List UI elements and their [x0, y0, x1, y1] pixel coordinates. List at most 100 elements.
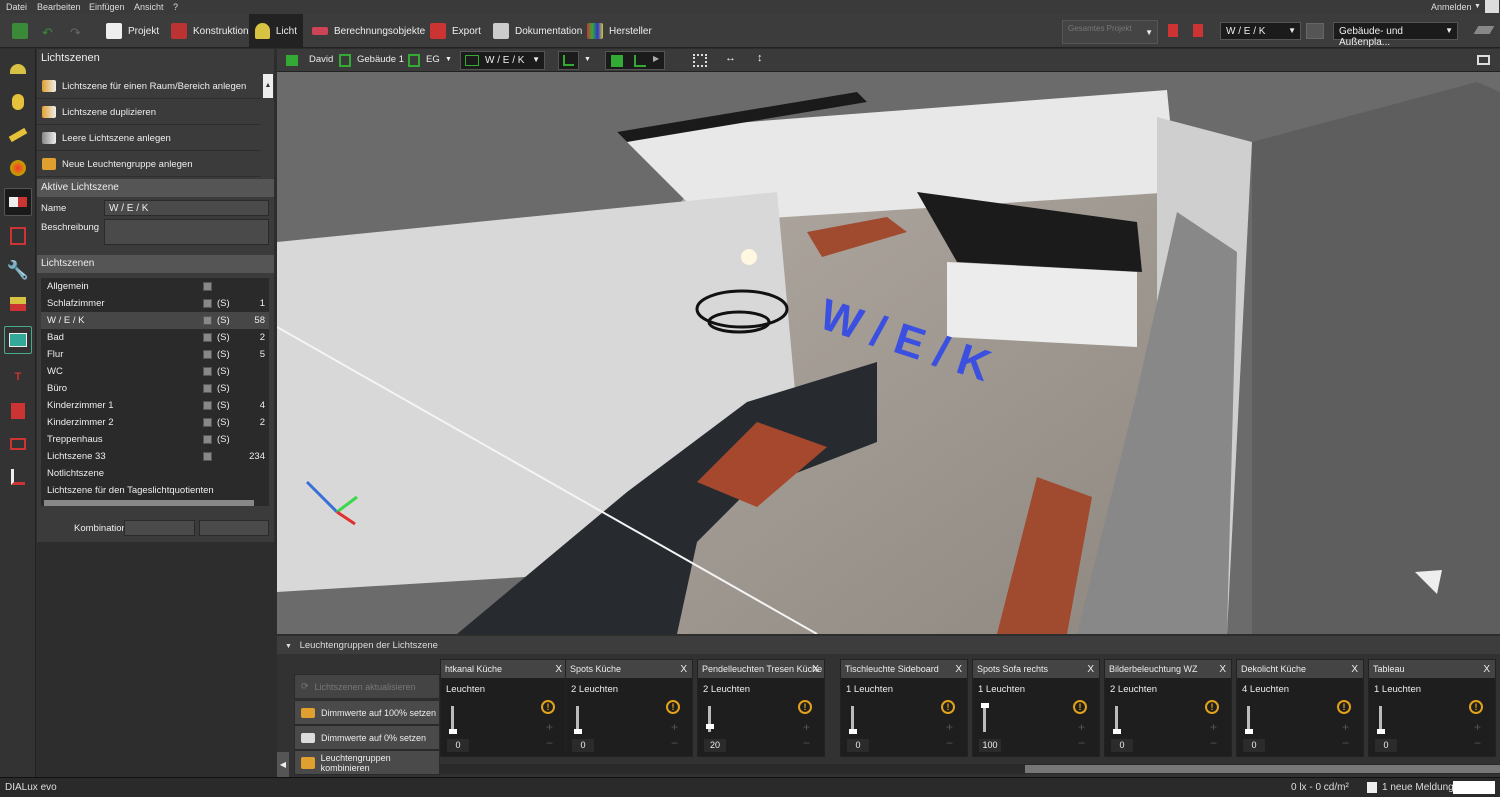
list-item[interactable]: Bad (S) 2: [41, 329, 269, 346]
plus-icon[interactable]: +: [671, 720, 678, 734]
dim-value-field[interactable]: 0: [847, 739, 869, 752]
collapse-icon[interactable]: ▼: [285, 643, 292, 650]
warning-icon[interactable]: !: [1337, 700, 1351, 714]
floorplan-button[interactable]: [558, 51, 579, 70]
menu-help[interactable]: ?: [173, 2, 178, 12]
wall-icon[interactable]: [4, 397, 32, 425]
floor-plane-icon[interactable]: [1473, 26, 1495, 34]
measure-vertical-icon[interactable]: ↕: [757, 52, 763, 64]
layers-icon[interactable]: [4, 290, 32, 318]
menu-ansicht[interactable]: Ansicht: [134, 2, 164, 12]
warning-icon[interactable]: !: [666, 700, 680, 714]
frame-icon[interactable]: [4, 430, 32, 458]
visibility-checkbox[interactable]: [203, 350, 212, 359]
tab-konstruktion[interactable]: Konstruktion: [165, 14, 255, 48]
list-item[interactable]: Lichtszene 33 234: [41, 448, 269, 465]
text-icon[interactable]: T: [4, 363, 32, 391]
minus-icon[interactable]: −: [1078, 736, 1085, 750]
avatar[interactable]: [1485, 0, 1499, 13]
hierarchy-icon[interactable]: [4, 463, 32, 491]
chevron-right-icon[interactable]: ▶: [653, 54, 659, 63]
chevron-down-icon[interactable]: ▼: [445, 56, 452, 63]
viewbar-scene-combo[interactable]: W / E / K ▼: [460, 51, 545, 70]
close-group-button[interactable]: X: [555, 664, 562, 675]
minus-icon[interactable]: −: [1210, 736, 1217, 750]
floor-breadcrumb[interactable]: EG: [426, 54, 440, 65]
visibility-checkbox[interactable]: [203, 282, 212, 291]
tab-export[interactable]: Export: [424, 14, 487, 48]
dim-value-field[interactable]: 20: [704, 739, 726, 752]
plus-icon[interactable]: +: [546, 720, 553, 734]
message-count[interactable]: 1 neue Meldung: [1382, 782, 1454, 793]
dim-slider-knob[interactable]: [574, 729, 582, 734]
update-scenes-button[interactable]: ⟳ Lichtszenen aktualisieren: [294, 674, 440, 699]
dim-slider-knob[interactable]: [1113, 729, 1121, 734]
list-item[interactable]: WC (S): [41, 363, 269, 380]
warning-icon[interactable]: !: [1469, 700, 1483, 714]
visibility-checkbox[interactable]: [203, 333, 212, 342]
scene-combo[interactable]: W / E / K ▼: [1220, 22, 1301, 40]
combination-field-2[interactable]: [199, 520, 269, 536]
list-item[interactable]: Kinderzimmer 1 (S) 4: [41, 397, 269, 414]
warning-icon[interactable]: !: [1205, 700, 1219, 714]
scroll-left-button[interactable]: ◀: [277, 752, 289, 777]
tab-berechnungsobjekte[interactable]: Berechnungsobjekte: [306, 14, 431, 48]
tab-hersteller[interactable]: Hersteller: [581, 14, 658, 48]
delete-all-icon[interactable]: [1193, 24, 1203, 37]
manufacturer-icon[interactable]: [587, 23, 603, 39]
view-combo[interactable]: Gebäude- und Außenpla... ▼: [1333, 22, 1458, 48]
menu-bearbeiten[interactable]: Bearbeiten: [37, 2, 81, 12]
menu-datei[interactable]: Datei: [6, 2, 27, 12]
close-group-button[interactable]: X: [680, 664, 687, 675]
3d-viewport[interactable]: W / E / K: [277, 72, 1500, 634]
dim-value-field[interactable]: 0: [1243, 739, 1265, 752]
minus-icon[interactable]: −: [671, 736, 678, 750]
3d-view-icon[interactable]: [611, 55, 623, 67]
minus-icon[interactable]: −: [803, 736, 810, 750]
scroll-up-button[interactable]: ▲: [263, 74, 273, 98]
message-box[interactable]: [1453, 781, 1495, 794]
close-group-button[interactable]: X: [1483, 664, 1490, 675]
combine-groups-button[interactable]: Leuchtengruppen kombinieren: [294, 750, 440, 775]
list-item[interactable]: Allgemein: [41, 278, 269, 295]
bulb-icon[interactable]: [4, 88, 32, 116]
close-group-button[interactable]: X: [1219, 664, 1226, 675]
light-tool-icon[interactable]: [4, 55, 32, 83]
calculation-icon[interactable]: [4, 326, 32, 354]
login-chevron-icon[interactable]: ▼: [1474, 3, 1481, 10]
plus-icon[interactable]: +: [946, 720, 953, 734]
warning-icon[interactable]: !: [941, 700, 955, 714]
combination-field-1[interactable]: [124, 520, 195, 536]
measure-horizontal-icon[interactable]: ↔: [725, 52, 736, 64]
close-group-button[interactable]: X: [1351, 664, 1358, 675]
list-item[interactable]: Treppenhaus (S): [41, 431, 269, 448]
site-breadcrumb[interactable]: David: [309, 54, 333, 65]
menu-einfuegen[interactable]: Einfügen: [89, 2, 125, 12]
dim-slider-knob[interactable]: [449, 729, 457, 734]
list-item[interactable]: W / E / K (S) 58: [41, 312, 269, 329]
luminaire-arrange-icon[interactable]: [4, 121, 32, 149]
delete-icon[interactable]: [1168, 24, 1178, 37]
create-empty-scene-button[interactable]: Leere Lichtszene anlegen: [37, 126, 261, 151]
dim-slider-knob[interactable]: [706, 723, 714, 729]
scene-list-scrollbar[interactable]: [44, 500, 254, 506]
undo-icon[interactable]: ↶: [42, 25, 53, 41]
zoom-fit-icon[interactable]: [693, 54, 707, 67]
warning-icon[interactable]: !: [798, 700, 812, 714]
groups-scrollbar-thumb[interactable]: [1025, 765, 1500, 773]
monitor-icon[interactable]: [1477, 55, 1490, 65]
plus-icon[interactable]: +: [1210, 720, 1217, 734]
warning-icon[interactable]: !: [1073, 700, 1087, 714]
color-icon[interactable]: [4, 154, 32, 182]
dim-value-field[interactable]: 100: [979, 739, 1001, 752]
warning-icon[interactable]: !: [541, 700, 555, 714]
tab-licht[interactable]: Licht: [249, 14, 303, 48]
create-luminaire-group-button[interactable]: Neue Leuchtengruppe anlegen: [37, 152, 261, 177]
message-icon[interactable]: [1367, 782, 1377, 793]
visibility-checkbox[interactable]: [203, 316, 212, 325]
plan-view-icon[interactable]: [634, 55, 646, 67]
dim-slider-knob[interactable]: [1377, 729, 1385, 734]
list-item[interactable]: Lichtszene für den Tageslichtquotienten: [41, 482, 269, 499]
close-group-button[interactable]: X: [812, 664, 819, 675]
visibility-checkbox[interactable]: [203, 452, 212, 461]
